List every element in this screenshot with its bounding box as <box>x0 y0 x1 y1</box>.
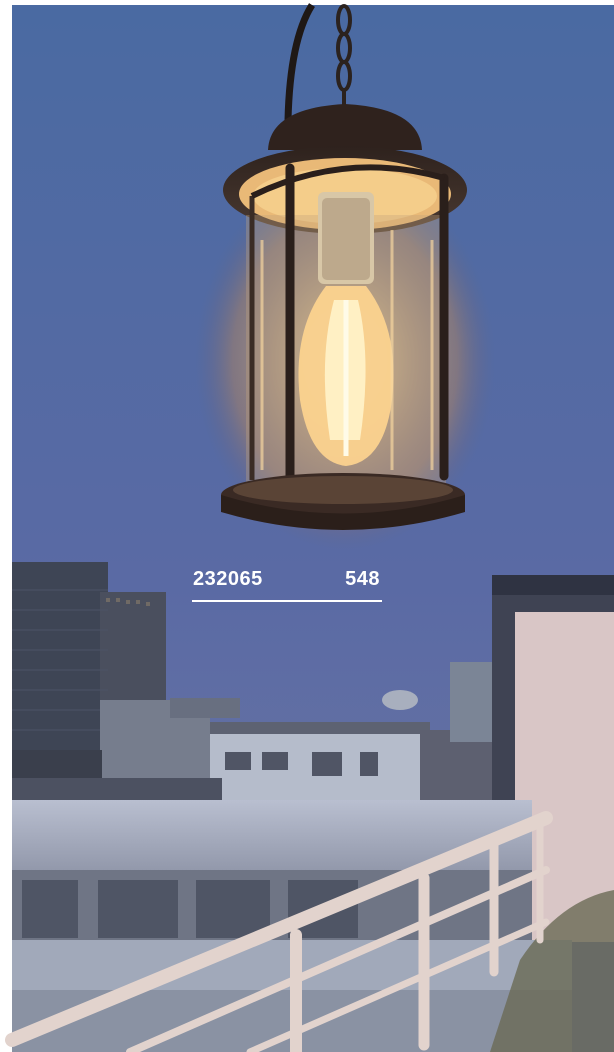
product-code: 232065 <box>193 568 263 590</box>
lantern-photo: 232065 548 <box>0 0 614 1052</box>
photo-svg <box>0 0 614 1052</box>
page-number: 548 <box>345 568 380 590</box>
terrace <box>12 800 614 1052</box>
product-label: 232065 548 <box>192 566 382 602</box>
